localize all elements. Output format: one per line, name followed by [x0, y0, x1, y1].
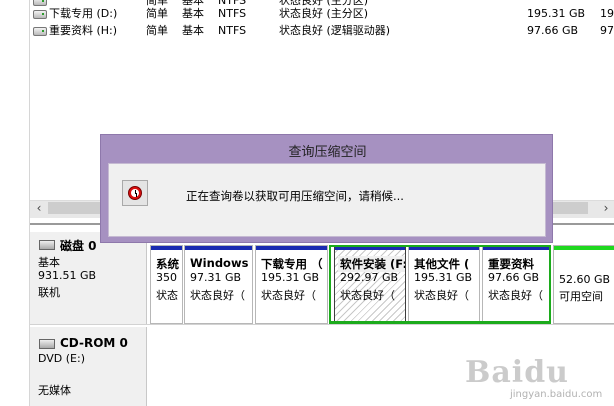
- volume-icon: [33, 27, 47, 36]
- partition-state: 状态良好（: [261, 289, 316, 302]
- volume-filesystem: NTFS: [218, 24, 247, 37]
- extended-partition-frame: [329, 245, 551, 324]
- dialog-message: 正在查询卷以获取可用压缩空间，请稍候...: [186, 189, 404, 203]
- volume-layout: 简单: [146, 7, 168, 20]
- volume-capacity: 195.31 GB: [527, 7, 586, 20]
- partition-system[interactable]: 系统 350 状态: [150, 245, 183, 324]
- partition-size: 97.31 GB: [190, 271, 242, 284]
- clock-icon: [122, 180, 148, 206]
- baidu-watermark: Baidu: [465, 355, 569, 390]
- cdrom-0-label[interactable]: CD-ROM 0 DVD (E:) 无媒体: [30, 327, 147, 406]
- disk-0-label[interactable]: 磁盘 0 基本 931.51 GB 联机: [30, 232, 147, 324]
- scroll-right-arrow-icon[interactable]: ›: [598, 200, 614, 217]
- cdrom-title: CD-ROM 0: [60, 336, 128, 350]
- disk-type: 基本: [38, 256, 60, 269]
- volume-free-space: 97.6: [600, 24, 614, 37]
- hard-disk-icon: [39, 240, 55, 250]
- partition-state: 可用空间: [559, 290, 603, 303]
- volume-filesystem: NTFS: [218, 7, 247, 20]
- volume-name: 下载专用 (D:): [49, 7, 118, 20]
- volume-row[interactable]: 重要资料 (H:) 简单 基本 NTFS 状态良好 (逻辑驱动器) 97.66 …: [30, 22, 614, 40]
- partition-size: 195.31 GB: [261, 271, 320, 284]
- clock-face: [128, 186, 142, 200]
- partition-name: 系统: [156, 257, 179, 271]
- cdrom-type: DVD (E:): [38, 352, 86, 365]
- partition-downloads[interactable]: 下载专用 （ 195.31 GB 状态良好（: [255, 245, 328, 324]
- volume-status: 状态良好 (主分区): [279, 7, 369, 20]
- cdrom-drive-icon: [39, 339, 55, 349]
- volume-row[interactable]: 下载专用 (D:) 简单 基本 NTFS 状态良好 (主分区) 195.31 G…: [30, 5, 614, 23]
- left-pane-strip: [0, 0, 30, 406]
- volume-status: 状态良好 (逻辑驱动器): [279, 24, 391, 37]
- partition-bar: [185, 246, 252, 250]
- dialog-body: 正在查询卷以获取可用压缩空间，请稍候...: [108, 163, 546, 237]
- cdrom-state: 无媒体: [38, 384, 71, 397]
- partition-bar: [554, 246, 614, 250]
- volume-type: 基本: [182, 7, 204, 20]
- volume-icon: [33, 10, 47, 19]
- partition-bar: [256, 246, 327, 250]
- watermark-url: jingyan.baidu.com: [510, 389, 603, 400]
- partition-bar: [151, 246, 182, 250]
- disk-size: 931.51 GB: [38, 269, 97, 282]
- volume-capacity: 97.66 GB: [527, 24, 579, 37]
- volume-type: 基本: [182, 24, 204, 37]
- dialog-title: 查询压缩空间: [288, 145, 367, 160]
- partition-size: 52.60 GB: [559, 273, 611, 286]
- partition-state: 状态: [156, 289, 178, 302]
- query-shrink-dialog: 查询压缩空间 正在查询卷以获取可用压缩空间，请稍候...: [100, 134, 553, 243]
- partition-name: Windows: [190, 256, 249, 270]
- partition-name: 下载专用 （: [261, 257, 323, 271]
- volume-layout: 简单: [146, 24, 168, 37]
- volume-free-space: 195: [600, 7, 614, 20]
- disk-state: 联机: [38, 286, 60, 299]
- partition-state: 状态良好（: [190, 289, 245, 302]
- partition-size: 350: [156, 271, 177, 284]
- partition-unallocated[interactable]: 52.60 GB 可用空间: [553, 245, 614, 324]
- partition-windows[interactable]: Windows 97.31 GB 状态良好（: [184, 245, 253, 324]
- volume-name: 重要资料 (H:): [49, 24, 118, 37]
- disk-title: 磁盘 0: [60, 239, 97, 253]
- scroll-left-arrow-icon[interactable]: ‹: [31, 200, 47, 217]
